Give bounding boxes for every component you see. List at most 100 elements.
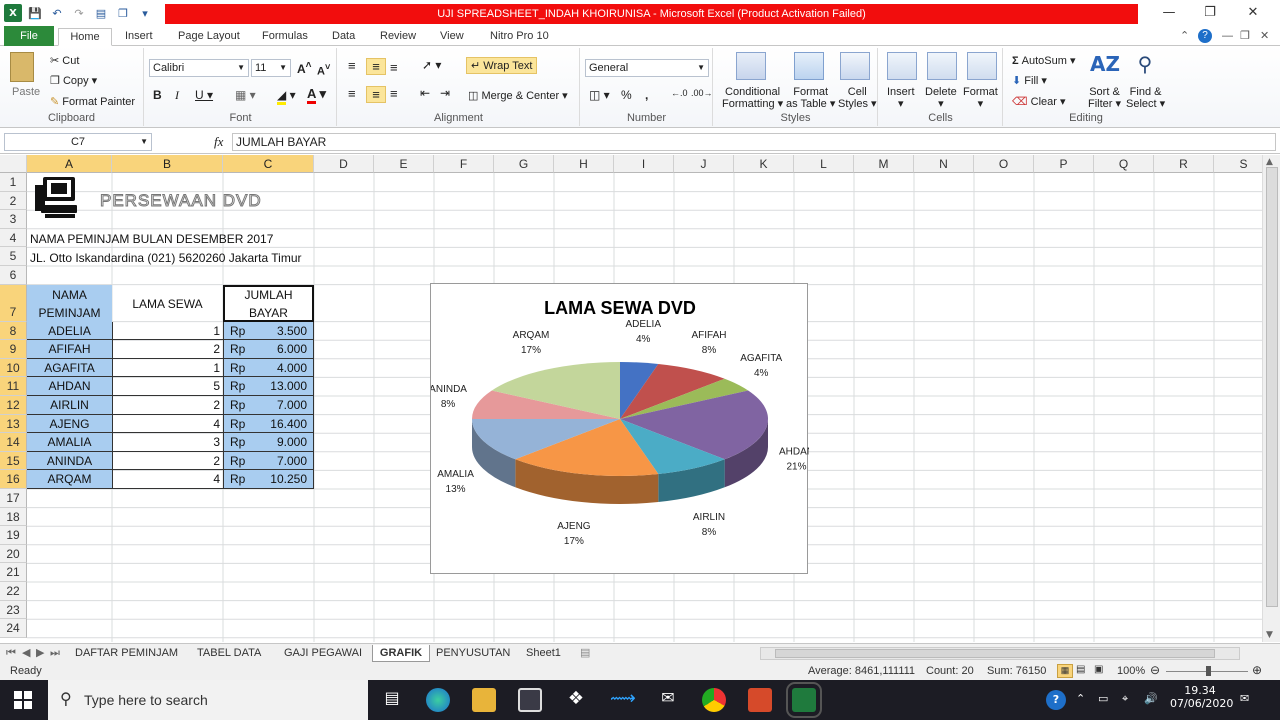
format-cells-button[interactable]: Format ▾ (963, 86, 998, 110)
edge-icon[interactable] (426, 688, 450, 712)
sheet-tab-tabel-data[interactable]: TABEL DATA (197, 645, 261, 662)
sheet-nav-first-icon[interactable]: ⏮ (6, 645, 16, 662)
file-explorer-icon[interactable] (472, 688, 496, 712)
row-header-12[interactable]: 12 (0, 396, 27, 415)
accounting-format-button[interactable]: ◫ ▾ (589, 88, 610, 102)
table-bayar-cell[interactable]: Rp 7.000 (223, 451, 314, 471)
borders-button[interactable]: ▦ ▾ (235, 88, 256, 102)
increase-decimal-button[interactable]: ←.0 (671, 88, 688, 98)
clear-button[interactable]: ⌫ Clear ▾ (1012, 95, 1066, 108)
zoom-slider-thumb[interactable] (1206, 666, 1211, 676)
row-header-21[interactable]: 21 (0, 563, 27, 582)
row-header-10[interactable]: 10 (0, 358, 27, 378)
select-all-corner[interactable] (0, 155, 27, 173)
wrap-text-button[interactable]: ↵ Wrap Text (466, 57, 538, 74)
binoculars-icon[interactable]: ⚲ (1130, 52, 1160, 80)
row-header-24[interactable]: 24 (0, 619, 27, 638)
tab-home[interactable]: Home (58, 28, 112, 46)
tab-data[interactable]: Data (332, 28, 355, 46)
mail-icon[interactable]: ✉ (656, 688, 680, 712)
row-header-9[interactable]: 9 (0, 340, 27, 359)
cell-a4[interactable]: NAMA PEMINJAM BULAN DESEMBER 2017 (30, 232, 273, 246)
align-middle-icon[interactable]: ≡ (366, 58, 386, 75)
conditional-formatting-button[interactable]: Conditional Formatting ▾ (722, 86, 783, 110)
table-name-cell[interactable]: AHDAN (27, 377, 112, 396)
align-bottom-icon[interactable]: ≡ (390, 60, 398, 75)
cut-button[interactable]: ✂ Cut (50, 54, 79, 67)
delete-cells-icon[interactable] (927, 52, 957, 80)
row-header-22[interactable]: 22 (0, 582, 27, 601)
vertical-scrollbar-track[interactable]: ▲ ▼ (1262, 155, 1280, 642)
sheet-nav-prev-icon[interactable]: ◀ (22, 645, 30, 662)
undo-icon[interactable]: ↶ (48, 4, 66, 22)
cell-b7[interactable]: LAMA SEWA (112, 297, 223, 311)
clock[interactable]: 19.34 07/06/2020 (1170, 684, 1233, 710)
copy-qat-icon[interactable]: ❐ (114, 4, 132, 22)
align-top-icon[interactable]: ≡ (348, 58, 356, 73)
cell-a5[interactable]: JL. Otto Iskandardina (021) 5620260 Jaka… (30, 251, 301, 265)
format-cells-icon[interactable] (967, 52, 997, 80)
column-header-j[interactable]: J (674, 155, 734, 173)
volume-icon[interactable]: 🔊 (1144, 692, 1158, 705)
table-bayar-cell[interactable]: Rp 9.000 (223, 433, 314, 452)
table-lama-cell[interactable]: 4 (112, 470, 223, 489)
column-header-h[interactable]: H (554, 155, 614, 173)
row-header-20[interactable]: 20 (0, 544, 27, 564)
column-header-k[interactable]: K (734, 155, 794, 173)
table-bayar-cell[interactable]: Rp 3.500 (223, 321, 314, 341)
doc-minimize-icon[interactable]: — (1222, 28, 1233, 46)
column-header-e[interactable]: E (374, 155, 434, 173)
column-header-a[interactable]: A (27, 155, 112, 173)
sheet-tab-sheet1[interactable]: Sheet1 (526, 645, 561, 662)
autosum-button[interactable]: Σ AutoSum ▾ (1012, 54, 1076, 67)
insert-function-button[interactable]: fx (214, 134, 223, 150)
copy-button[interactable]: ❐ Copy ▾ (50, 74, 97, 87)
font-color-button[interactable]: A ▾ (307, 86, 326, 104)
table-bayar-cell[interactable]: Rp 4.000 (223, 358, 314, 378)
row-header-3[interactable]: 3 (0, 210, 27, 229)
column-header-n[interactable]: N (914, 155, 974, 173)
table-bayar-cell[interactable]: Rp 13.000 (223, 377, 314, 396)
table-lama-cell[interactable]: 2 (112, 396, 223, 415)
increase-indent-icon[interactable]: ⇥ (440, 86, 450, 100)
cell-c7[interactable]: JUMLAH BAYAR (223, 286, 314, 322)
table-name-cell[interactable]: ARQAM (27, 470, 112, 489)
taskbar-search-box[interactable]: ⚲ Type here to search (48, 680, 368, 720)
close-button[interactable]: ✕ (1242, 4, 1264, 22)
row-header-8[interactable]: 8 (0, 321, 27, 341)
table-bayar-cell[interactable]: Rp 7.000 (223, 396, 314, 415)
row-header-4[interactable]: 4 (0, 228, 27, 248)
decrease-indent-icon[interactable]: ⇤ (420, 86, 430, 100)
table-lama-cell[interactable]: 2 (112, 451, 223, 471)
horizontal-scroll-thumb[interactable] (775, 649, 1215, 658)
sheet-tab-grafik[interactable]: GRAFIK (372, 645, 430, 662)
sheet-nav-next-icon[interactable]: ▶ (36, 645, 44, 662)
table-name-cell[interactable]: AIRLIN (27, 396, 112, 415)
tab-nitro[interactable]: Nitro Pro 10 (490, 28, 549, 46)
italic-button[interactable]: I (175, 88, 179, 103)
row-header-19[interactable]: 19 (0, 526, 27, 545)
zoom-level[interactable]: 100% (1117, 665, 1145, 677)
tab-page-layout[interactable]: Page Layout (178, 28, 240, 46)
redo-icon[interactable]: ↷ (70, 4, 88, 22)
font-size-select[interactable]: 11 ▼ (251, 59, 291, 77)
orientation-icon[interactable]: ➚ ▾ (422, 58, 441, 72)
grow-font-button[interactable]: A˄ (297, 60, 312, 76)
align-center-icon[interactable]: ≡ (366, 86, 386, 103)
bold-button[interactable]: B (153, 88, 162, 102)
paste-button[interactable]: Paste (12, 86, 40, 98)
column-header-f[interactable]: F (434, 155, 494, 173)
row-header-23[interactable]: 23 (0, 600, 27, 620)
vertical-scroll-thumb[interactable] (1266, 167, 1278, 607)
table-bayar-cell[interactable]: Rp 16.400 (223, 414, 314, 434)
sheet-tab-penyusutan[interactable]: PENYUSUTAN (436, 645, 510, 662)
table-bayar-cell[interactable]: Rp 10.250 (223, 470, 314, 489)
row-header-6[interactable]: 6 (0, 266, 27, 285)
tab-file[interactable]: File (4, 26, 54, 46)
comma-button[interactable]: , (645, 88, 648, 102)
ribbon-minimize-icon[interactable]: ⌃ (1180, 28, 1189, 46)
cell-styles-icon[interactable] (840, 52, 870, 80)
column-header-c[interactable]: C (223, 155, 314, 173)
cell-styles-button[interactable]: Cell Styles ▾ (838, 86, 877, 110)
table-lama-cell[interactable]: 5 (112, 377, 223, 396)
